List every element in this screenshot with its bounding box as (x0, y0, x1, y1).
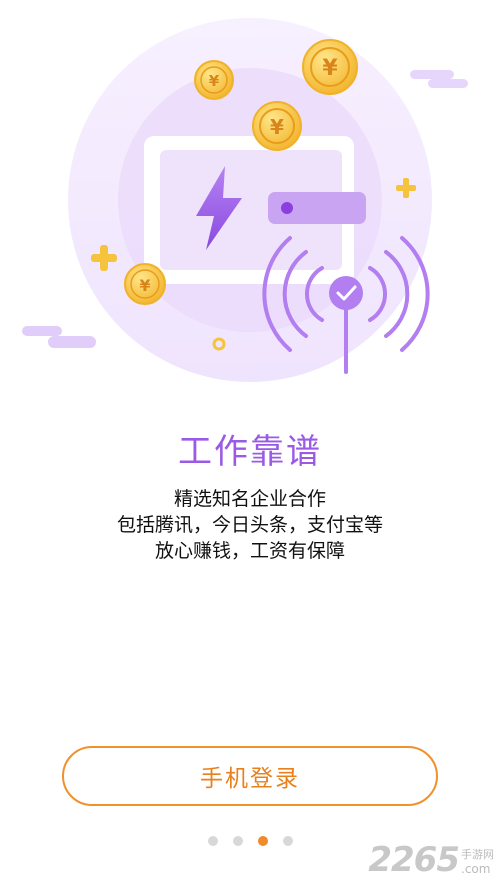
yuan-coin-icon: ¥ (302, 39, 358, 95)
description-line: 放心赚钱，工资有保障 (154, 540, 345, 562)
svg-text:¥: ¥ (270, 115, 284, 139)
watermark-number: 2265 (368, 840, 460, 880)
page-dot[interactable] (232, 836, 243, 846)
description-line: 包括腾讯，今日头条，支付宝等 (116, 514, 383, 536)
hero-illustration: ¥ ¥ ¥ ¥ (22, 18, 468, 382)
description-line: 精选知名企业合作 (173, 488, 326, 510)
page-dot-active[interactable] (257, 836, 268, 846)
svg-text:¥: ¥ (209, 72, 220, 90)
yuan-coin-icon: ¥ (124, 263, 166, 305)
yuan-coin-icon: ¥ (194, 60, 234, 100)
page-title: 工作靠谱 (178, 432, 322, 472)
wallet-icon (144, 136, 366, 284)
watermark: 2265 手游网 .com (368, 840, 494, 880)
cloud-left (22, 326, 96, 348)
watermark-site: 手游网 (461, 848, 494, 861)
cloud-right (410, 70, 468, 88)
page-dot[interactable] (207, 836, 218, 846)
phone-login-button[interactable]: 手机登录 (62, 746, 438, 806)
description: 精选知名企业合作 包括腾讯，今日头条，支付宝等 放心赚钱，工资有保障 (0, 486, 500, 564)
watermark-suffix: .com (461, 862, 491, 876)
svg-text:¥: ¥ (322, 56, 338, 81)
svg-text:¥: ¥ (139, 276, 150, 295)
page-dot[interactable] (282, 836, 293, 846)
yuan-coin-icon: ¥ (252, 101, 302, 151)
